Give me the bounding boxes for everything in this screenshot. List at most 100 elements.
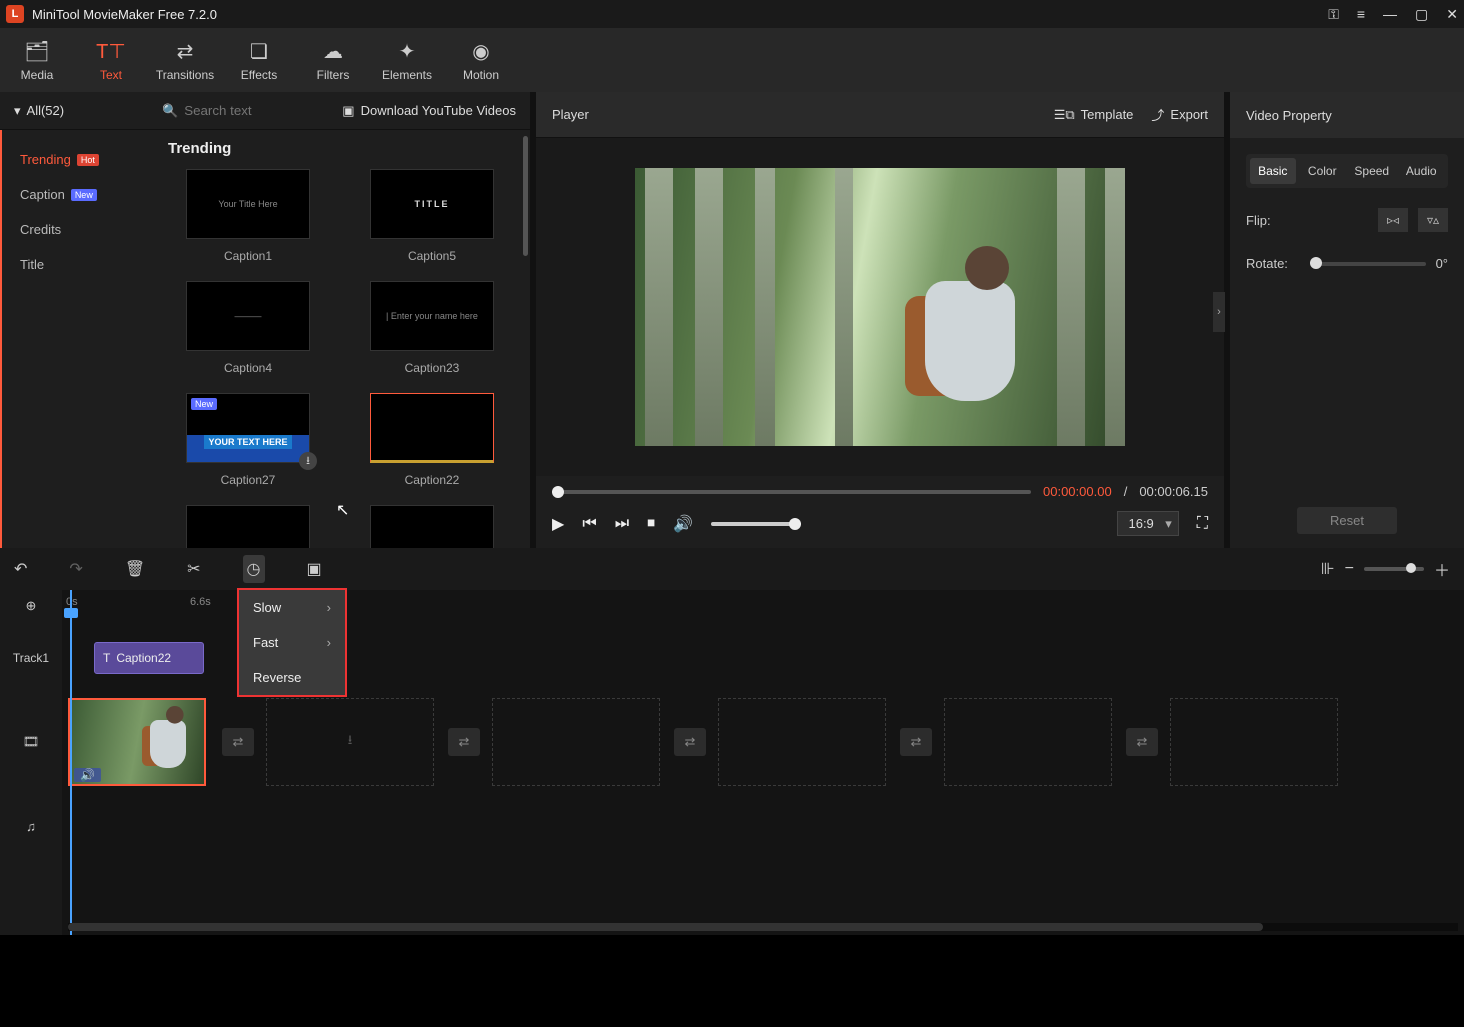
player-viewport[interactable] bbox=[536, 138, 1224, 476]
speed-button[interactable]: ◷ bbox=[243, 555, 265, 583]
export-button[interactable]: ⤴ Export bbox=[1151, 105, 1208, 124]
app-logo-icon: L bbox=[6, 5, 24, 23]
zoom-slider[interactable] bbox=[1364, 567, 1424, 571]
speed-slow-item[interactable]: Slow› bbox=[239, 590, 345, 625]
tab-text[interactable]: T⊤ Text bbox=[74, 28, 148, 92]
audio-track[interactable] bbox=[62, 790, 1464, 862]
property-tab-audio[interactable]: Audio bbox=[1399, 158, 1445, 184]
category-trending[interactable]: Trending Hot bbox=[2, 142, 150, 177]
preset-item[interactable]: New YOUR TEXT HERE ⭳ Caption27 bbox=[168, 393, 328, 487]
search-field[interactable]: 🔍 bbox=[150, 103, 342, 119]
stop-button[interactable]: ⏹ bbox=[647, 515, 655, 533]
media-drop-slot[interactable] bbox=[492, 698, 660, 786]
video-clip[interactable]: 🔊 bbox=[68, 698, 206, 786]
template-button[interactable]: ☰⧉ Template bbox=[1054, 107, 1134, 123]
add-track-button[interactable]: ⊕ bbox=[0, 590, 62, 622]
chevron-right-icon: › bbox=[327, 635, 331, 650]
media-drop-slot[interactable] bbox=[718, 698, 886, 786]
transition-slot[interactable]: ⇄ bbox=[674, 728, 706, 756]
video-track[interactable]: 🔊 ⇄ ⭳ ⇄ ⇄ ⇄ ⇄ bbox=[62, 694, 1464, 790]
chevron-right-icon: › bbox=[327, 600, 331, 615]
download-icon[interactable]: ⭳ bbox=[299, 452, 317, 470]
reset-button[interactable]: Reset bbox=[1297, 507, 1397, 534]
transition-slot[interactable]: ⇄ bbox=[448, 728, 480, 756]
tab-transitions[interactable]: ⇄ Transitions bbox=[148, 28, 222, 92]
tab-elements[interactable]: ✦ Elements bbox=[370, 28, 444, 92]
flip-vertical-button[interactable]: ▿▵ bbox=[1418, 208, 1448, 232]
preset-item[interactable]: Caption22 bbox=[352, 393, 512, 487]
preset-label: Caption23 bbox=[352, 361, 512, 375]
preset-item[interactable]: ——— Caption4 bbox=[168, 281, 328, 375]
next-frame-button[interactable]: ⏭ bbox=[615, 515, 629, 533]
grid-heading: Trending bbox=[168, 140, 512, 157]
player-title: Player bbox=[552, 107, 1036, 122]
category-label: Trending bbox=[20, 152, 71, 167]
timeline-h-scrollbar[interactable] bbox=[68, 923, 1458, 931]
zoom-fit-button[interactable]: ⊪ bbox=[1321, 559, 1335, 579]
media-drop-slot[interactable]: ⭳ bbox=[266, 698, 434, 786]
category-all-toggle[interactable]: ▾ All(52) bbox=[0, 103, 150, 119]
property-tab-speed[interactable]: Speed bbox=[1349, 158, 1395, 184]
badge-new: New bbox=[191, 398, 217, 410]
property-tab-color[interactable]: Color bbox=[1300, 158, 1346, 184]
close-icon[interactable]: ✕ bbox=[1446, 6, 1458, 23]
playhead[interactable] bbox=[70, 590, 72, 935]
preset-item[interactable]: | Enter your name here Caption23 bbox=[352, 281, 512, 375]
redo-button[interactable]: ↷ bbox=[69, 559, 82, 579]
maximize-icon[interactable]: ▢ bbox=[1415, 6, 1428, 23]
play-button[interactable]: ▶ bbox=[552, 514, 564, 534]
text-icon: T⊤ bbox=[96, 39, 126, 64]
template-label: Template bbox=[1081, 107, 1134, 122]
preset-item[interactable]: TITLE Caption5 bbox=[352, 169, 512, 263]
zoom-thumb[interactable] bbox=[1406, 563, 1416, 573]
split-button[interactable]: ✂ bbox=[187, 559, 200, 579]
transition-slot[interactable]: ⇄ bbox=[1126, 728, 1158, 756]
speed-reverse-item[interactable]: Reverse bbox=[239, 660, 345, 695]
volume-thumb[interactable] bbox=[789, 518, 801, 530]
tab-effects[interactable]: ❏ Effects bbox=[222, 28, 296, 92]
rotate-thumb[interactable] bbox=[1310, 257, 1322, 269]
media-drop-slot[interactable] bbox=[1170, 698, 1338, 786]
transition-slot[interactable]: ⇄ bbox=[222, 728, 254, 756]
tab-media-label: Media bbox=[21, 68, 54, 82]
scrollbar-thumb[interactable] bbox=[68, 923, 1263, 931]
minimize-icon[interactable]: — bbox=[1383, 6, 1397, 22]
fullscreen-button[interactable]: ⛶ bbox=[1197, 515, 1208, 533]
scrollbar-thumb[interactable] bbox=[523, 136, 528, 256]
transition-slot[interactable]: ⇄ bbox=[900, 728, 932, 756]
seek-slider[interactable] bbox=[552, 490, 1031, 494]
flip-horizontal-button[interactable]: ▹◃ bbox=[1378, 208, 1408, 232]
hamburger-icon[interactable]: ≡ bbox=[1357, 6, 1365, 22]
zoom-in-button[interactable]: ＋ bbox=[1434, 557, 1450, 581]
crop-button[interactable]: ▣ bbox=[307, 559, 322, 579]
panel-expand-handle[interactable]: › bbox=[1213, 292, 1225, 332]
thumb-inner-text: | Enter your name here bbox=[386, 311, 478, 321]
category-title[interactable]: Title bbox=[2, 247, 150, 282]
preset-item[interactable] bbox=[352, 505, 512, 548]
text-clip[interactable]: T Caption22 bbox=[94, 642, 204, 674]
speed-fast-item[interactable]: Fast› bbox=[239, 625, 345, 660]
delete-button[interactable]: 🗑 bbox=[125, 559, 145, 579]
undo-button[interactable]: ↶ bbox=[14, 559, 27, 579]
transitions-icon: ⇄ bbox=[177, 39, 194, 64]
search-input[interactable] bbox=[184, 103, 304, 118]
category-caption[interactable]: Caption New bbox=[2, 177, 150, 212]
media-drop-slot[interactable] bbox=[944, 698, 1112, 786]
prev-frame-button[interactable]: ⏮ bbox=[582, 515, 596, 533]
tab-media[interactable]: 🗂 Media bbox=[0, 28, 74, 92]
property-tab-basic[interactable]: Basic bbox=[1250, 158, 1296, 184]
preset-item[interactable] bbox=[168, 505, 328, 548]
tab-transitions-label: Transitions bbox=[156, 68, 214, 82]
key-icon[interactable]: ⚿ bbox=[1328, 6, 1339, 23]
seek-thumb[interactable] bbox=[552, 486, 564, 498]
tab-motion[interactable]: ◉ Motion bbox=[444, 28, 518, 92]
volume-slider[interactable] bbox=[711, 522, 801, 526]
download-youtube-link[interactable]: ▣ Download YouTube Videos bbox=[342, 103, 530, 119]
preset-item[interactable]: Your Title Here Caption1 bbox=[168, 169, 328, 263]
zoom-out-button[interactable]: − bbox=[1345, 560, 1354, 578]
volume-icon[interactable]: 🔊 bbox=[673, 514, 693, 534]
category-credits[interactable]: Credits bbox=[2, 212, 150, 247]
tab-filters[interactable]: ☁ Filters bbox=[296, 28, 370, 92]
rotate-slider[interactable] bbox=[1310, 262, 1426, 266]
aspect-ratio-select[interactable]: 16:9 bbox=[1117, 511, 1178, 536]
